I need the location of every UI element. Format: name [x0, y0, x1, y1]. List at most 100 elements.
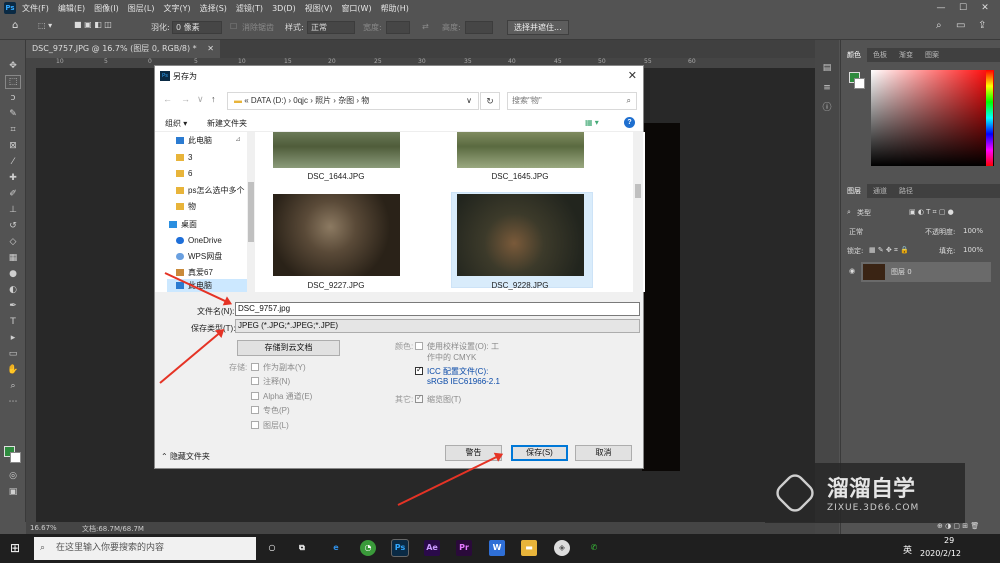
filetype-select[interactable]: JPEG (*.JPG;*.JPEG;*.JPE) — [235, 319, 640, 333]
menu-image[interactable]: 图像(I) — [94, 3, 119, 14]
swap-icon[interactable]: ⇄ — [422, 22, 429, 31]
start-icon[interactable]: ⊞ — [10, 541, 20, 555]
breadcrumb-item[interactable]: 杂图 — [338, 96, 354, 105]
quick-mask-icon[interactable]: ◎ — [6, 470, 20, 482]
breadcrumb[interactable]: ▬ « DATA (D:) › 0qjc › 照片 › 杂图 › 物 ∨ — [227, 92, 479, 110]
edge-icon[interactable]: e — [328, 540, 344, 556]
save-to-cloud-button[interactable]: 存储到云文档 — [237, 340, 340, 356]
stamp-tool-icon[interactable]: ⊥ — [6, 204, 20, 216]
menu-3d[interactable]: 3D(D) — [272, 4, 296, 13]
width-input[interactable] — [386, 21, 410, 34]
kind-filter[interactable]: 类型 — [857, 208, 871, 218]
up-icon[interactable]: ↑ — [211, 94, 216, 104]
eyedropper-tool-icon[interactable]: ⁄ — [6, 156, 20, 168]
quick-select-tool-icon[interactable]: ✎ — [6, 108, 20, 120]
dialog-close-icon[interactable]: ✕ — [628, 69, 637, 82]
menu-layer[interactable]: 图层(L) — [128, 3, 155, 14]
nav-item-folder-6[interactable]: 6 — [176, 167, 192, 180]
layer-actions-icons[interactable]: ⊕ ◑ ▢ ⊞ 🗑 — [937, 522, 979, 530]
file-scrollbar-thumb[interactable] — [635, 184, 641, 198]
move-tool-icon[interactable]: ✥ — [6, 60, 20, 72]
history-panel-icon[interactable]: ▤ — [820, 62, 834, 74]
maximize-button[interactable]: ☐ — [952, 0, 974, 16]
dodge-tool-icon[interactable]: ◐ — [6, 284, 20, 296]
breadcrumb-item[interactable]: 0qjc — [293, 96, 308, 105]
nav-item-wps[interactable]: WPS网盘 — [176, 250, 222, 263]
layers-checkbox[interactable] — [251, 421, 259, 429]
zoom-level[interactable]: 16.67% — [30, 524, 57, 532]
document-tab[interactable]: DSC_9757.JPG @ 16.7% (图层 0, RGB/8) * ✕ — [26, 40, 220, 58]
pin-icon[interactable]: ⊿ — [235, 135, 241, 143]
path-select-tool-icon[interactable]: ▸ — [6, 332, 20, 344]
menu-help[interactable]: 帮助(H) — [381, 3, 409, 14]
antialias-checkbox[interactable]: ☐ — [230, 22, 237, 31]
nav-scrollbar-thumb[interactable] — [248, 182, 254, 242]
clock-time[interactable]: 29 — [944, 536, 954, 545]
marquee-tool-preset-icon[interactable]: ⬚ ▾ — [38, 21, 52, 30]
blur-tool-icon[interactable]: ● — [6, 268, 20, 280]
menu-edit[interactable]: 编辑(E) — [58, 3, 85, 14]
home-icon[interactable]: ⌂ — [12, 20, 18, 31]
tab-layers[interactable]: 图层 — [841, 184, 867, 198]
new-folder-button[interactable]: 新建文件夹 — [207, 118, 247, 129]
file-thumbnail[interactable] — [273, 132, 400, 168]
file-name[interactable]: DSC_1644.JPG — [271, 172, 401, 181]
file-thumbnail[interactable] — [457, 194, 584, 276]
select-and-mask-button[interactable]: 选择并遮住... — [507, 20, 569, 35]
notes-checkbox[interactable] — [251, 377, 259, 385]
marquee-tool-icon[interactable]: ⬚ — [5, 75, 21, 89]
history-brush-tool-icon[interactable]: ↺ — [6, 220, 20, 232]
frame-tool-icon[interactable]: ⊠ — [6, 140, 20, 152]
minimize-button[interactable]: — — [930, 0, 952, 16]
background-color-swatch[interactable] — [10, 452, 21, 463]
hue-slider[interactable] — [986, 70, 993, 166]
nav-scrollbar[interactable] — [247, 132, 255, 292]
tab-paths[interactable]: 路径 — [893, 184, 919, 198]
tab-channels[interactable]: 通道 — [867, 184, 893, 198]
task-view-icon[interactable]: ⧉ — [294, 540, 310, 556]
crop-tool-icon[interactable]: ⌗ — [6, 124, 20, 136]
filter-search-icon[interactable]: ⌕ — [847, 208, 851, 217]
as-copy-checkbox[interactable] — [251, 363, 259, 371]
nav-item-desktop[interactable]: 桌面 — [169, 218, 197, 231]
layer-row[interactable]: ◉ 图层 0 — [849, 262, 991, 282]
nav-item-folder-wu[interactable]: 物 — [176, 200, 196, 213]
back-icon[interactable]: ← — [163, 94, 172, 104]
hide-folders-toggle[interactable]: ⌃ 隐藏文件夹 — [161, 451, 210, 462]
healing-tool-icon[interactable]: ✚ — [6, 172, 20, 184]
search-icon[interactable]: ⌕ — [936, 20, 942, 31]
opacity-value[interactable]: 100% — [963, 227, 983, 235]
view-options-icon[interactable]: ▦ ▾ — [585, 118, 599, 127]
share-icon[interactable]: ⇪ — [978, 20, 986, 31]
alpha-channels-checkbox[interactable] — [251, 392, 259, 400]
menu-select[interactable]: 选择(S) — [200, 3, 227, 14]
breadcrumb-item[interactable]: DATA (D:) — [251, 96, 286, 105]
workspace-icon[interactable]: ▭ — [956, 20, 965, 31]
recent-dropdown-icon[interactable]: ∨ — [197, 94, 204, 105]
layer-name[interactable]: 图层 0 — [891, 267, 912, 277]
file-thumbnail[interactable] — [273, 194, 400, 276]
file-name[interactable]: DSC_9228.JPG — [455, 281, 585, 290]
breadcrumb-item[interactable]: 物 — [361, 96, 369, 105]
type-tool-icon[interactable]: T — [6, 316, 20, 328]
taskbar-search-input[interactable]: ⌕ 在这里输入你要搜索的内容 — [34, 537, 256, 560]
folder-search-input[interactable]: 搜索"物" ⌕ — [507, 92, 637, 110]
file-name[interactable]: DSC_1645.JPG — [455, 172, 585, 181]
gradient-tool-icon[interactable]: ▦ — [6, 252, 20, 264]
help-icon[interactable]: ? — [624, 117, 635, 128]
blend-mode-select[interactable]: 正常 — [849, 227, 863, 237]
shape-tool-icon[interactable]: ▭ — [6, 348, 20, 360]
info-panel-icon[interactable]: ⓘ — [820, 102, 834, 114]
nav-item-onedrive[interactable]: OneDrive — [176, 234, 222, 247]
nav-item-user[interactable]: 真爱67 — [176, 266, 213, 279]
layer-filter-icons[interactable]: ▣ ◐ T ⌗ ▢ ● — [909, 208, 954, 217]
lasso-tool-icon[interactable]: ↄ — [6, 92, 20, 104]
style-select[interactable]: 正常 — [307, 21, 355, 34]
tab-swatches[interactable]: 色板 — [867, 48, 893, 62]
nav-item-folder-3[interactable]: 3 — [176, 151, 192, 164]
visibility-eye-icon[interactable]: ◉ — [849, 267, 855, 275]
breadcrumb-dropdown-icon[interactable]: ∨ — [466, 93, 472, 109]
nav-item-this-pc[interactable]: 此电脑 — [176, 134, 212, 147]
proof-setup-checkbox[interactable] — [415, 342, 423, 350]
forward-icon[interactable]: → — [181, 94, 190, 104]
